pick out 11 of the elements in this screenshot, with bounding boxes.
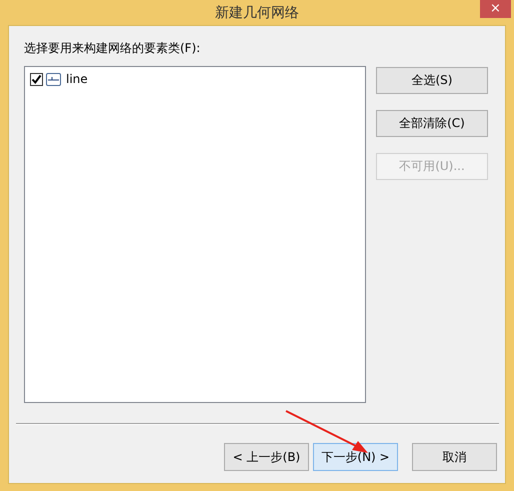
window-title: 新建几何网络	[215, 4, 299, 22]
close-button[interactable]: ×	[480, 0, 511, 18]
prompt-label: 选择要用来构建网络的要素类(F):	[24, 40, 202, 56]
footer-button[interactable]: < 上一步(B)	[224, 443, 309, 471]
checkbox[interactable]	[30, 72, 43, 86]
footer-button[interactable]: 取消	[412, 443, 497, 471]
line-layer-icon	[46, 72, 61, 86]
footer-button[interactable]: 下一步(N) >	[313, 443, 398, 471]
side-button[interactable]: 全部清除(C)	[376, 110, 488, 137]
side-button[interactable]: 全选(S)	[376, 67, 488, 94]
feature-class-name[interactable]: line	[66, 72, 88, 86]
